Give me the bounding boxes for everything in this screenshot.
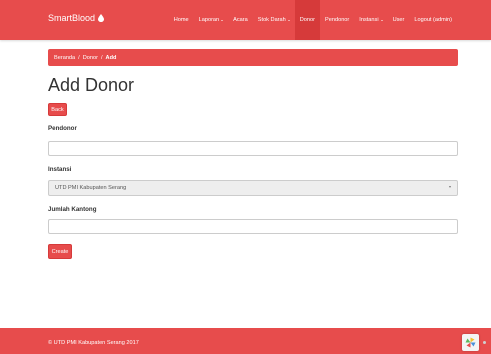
- footer: © UTD PMI Kabupaten Serang 2017: [0, 328, 491, 354]
- chevron-down-icon: [449, 186, 451, 188]
- nav-item-instansi[interactable]: Instansi: [354, 0, 387, 40]
- dot-icon: [483, 341, 486, 344]
- page: SmartBlood Home Laporan Acara Stok Darah…: [0, 0, 491, 354]
- brand-link[interactable]: SmartBlood: [48, 13, 105, 23]
- nav-item-label: Stok Darah: [257, 17, 286, 23]
- nav-item-stok-darah[interactable]: Stok Darah: [253, 0, 295, 40]
- nav-item-label: Instansi: [359, 17, 379, 23]
- pinwheel-icon: [465, 337, 476, 348]
- nav-item-label: Donor: [299, 17, 316, 23]
- caret-down-icon: [221, 19, 224, 21]
- nav-item-donor[interactable]: Donor: [294, 0, 321, 40]
- breadcrumb-separator: /: [78, 54, 80, 61]
- back-button[interactable]: Back: [48, 103, 67, 116]
- nav-item-acara[interactable]: Acara: [228, 0, 253, 40]
- caret-down-icon: [380, 19, 383, 21]
- pendonor-label: Pendonor: [48, 125, 77, 132]
- jumlah-kantong-input[interactable]: [48, 219, 458, 234]
- breadcrumb: Beranda / Donor / Add: [48, 49, 458, 66]
- blood-drop-icon: [98, 14, 105, 22]
- create-button[interactable]: Create: [48, 244, 72, 259]
- page-title: Add Donor: [48, 75, 135, 95]
- jumlah-kantong-label: Jumlah Kantong: [48, 206, 97, 213]
- breadcrumb-current: Add: [105, 54, 117, 61]
- nav-item-label: Logout (admin): [414, 17, 452, 23]
- breadcrumb-link-donor[interactable]: Donor: [83, 55, 98, 61]
- footer-copyright: © UTD PMI Kabupaten Serang 2017: [48, 340, 139, 346]
- breadcrumb-link-beranda[interactable]: Beranda: [54, 55, 75, 61]
- nav-item-label: Laporan: [198, 17, 220, 23]
- nav-item-label: Acara: [233, 17, 248, 23]
- instansi-label: Instansi: [48, 166, 72, 173]
- brand-name: SmartBlood: [48, 13, 96, 23]
- nav-item-logout[interactable]: Logout (admin): [409, 0, 457, 40]
- main-nav: Home Laporan Acara Stok Darah Donor Pend…: [169, 0, 457, 40]
- instansi-selected-value: UTD PMI Kabupaten Serang: [55, 185, 127, 191]
- nav-item-pendonor[interactable]: Pendonor: [320, 0, 354, 40]
- nav-item-label: Home: [173, 17, 189, 23]
- pendonor-input[interactable]: [48, 141, 458, 156]
- nav-item-label: Pendonor: [325, 17, 350, 23]
- navbar: SmartBlood Home Laporan Acara Stok Darah…: [0, 0, 491, 40]
- nav-item-laporan[interactable]: Laporan: [194, 0, 229, 40]
- nav-item-home[interactable]: Home: [169, 0, 194, 40]
- breadcrumb-separator: /: [100, 54, 103, 61]
- caret-down-icon: [287, 19, 290, 21]
- nav-item-label: User: [392, 17, 405, 23]
- instansi-select[interactable]: UTD PMI Kabupaten Serang: [48, 180, 458, 196]
- nav-item-user[interactable]: User: [388, 0, 410, 40]
- corner-widget[interactable]: [462, 334, 479, 351]
